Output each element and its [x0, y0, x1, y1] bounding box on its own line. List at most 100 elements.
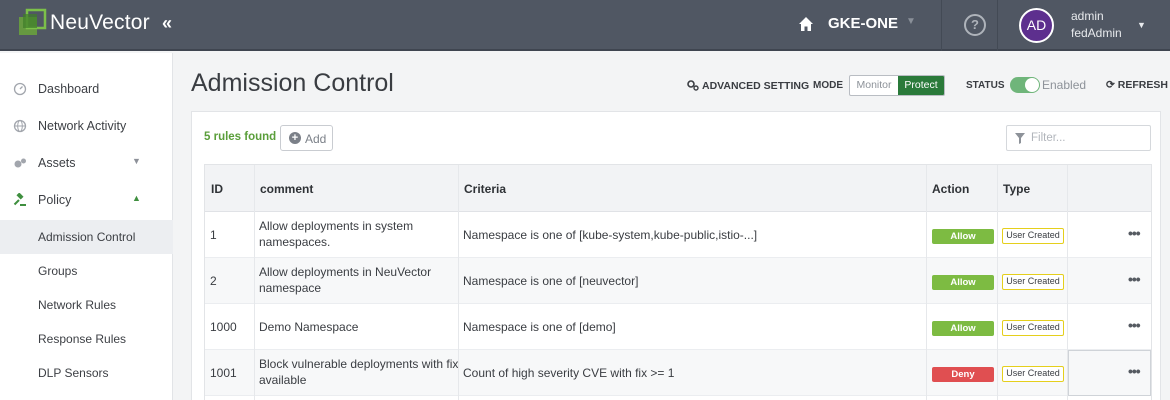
sidebar-subitem-label: Admission Control	[38, 230, 136, 244]
status-label: STATUS	[966, 80, 1005, 91]
add-rule-button[interactable]: + Add	[280, 125, 333, 151]
column-divider	[1067, 165, 1068, 400]
page-title: Admission Control	[191, 69, 394, 97]
advanced-setting-label: ADVANCED SETTING	[702, 80, 810, 92]
column-header-action[interactable]: Action	[932, 182, 969, 196]
cell-comment: Block vulnerable deployments with fix av…	[259, 357, 459, 387]
caret-down-icon[interactable]: ▼	[1137, 20, 1146, 30]
caret-up-icon[interactable]: ▲	[132, 193, 141, 203]
refresh-button[interactable]: ⟳ REFRESH	[1106, 79, 1168, 91]
action-badge: Allow	[932, 229, 994, 244]
sidebar-subitem-network-rules[interactable]: Network Rules	[0, 288, 173, 322]
cell-id: 2	[210, 274, 217, 288]
column-header-type[interactable]: Type	[1003, 182, 1030, 196]
sidebar-subitem-groups[interactable]: Groups	[0, 254, 173, 288]
type-badge: User Created	[1002, 228, 1064, 244]
avatar[interactable]: AD	[1019, 8, 1054, 43]
sidebar-item-policy[interactable]: Policy ▲	[0, 182, 173, 218]
home-icon[interactable]	[798, 16, 814, 32]
refresh-label: REFRESH	[1117, 79, 1168, 91]
sidebar-subitem-label: Response Rules	[38, 332, 127, 346]
sidebar-item-label: Policy	[38, 193, 72, 207]
sidebar-subitem-label: DLP Sensors	[38, 366, 109, 380]
sidebar-subitem-response-rules[interactable]: Response Rules	[0, 322, 173, 356]
divider	[941, 0, 942, 51]
column-divider	[997, 165, 998, 400]
sidebar-item-network-activity[interactable]: Network Activity	[0, 108, 173, 144]
sidebar-item-label: Assets	[38, 156, 76, 170]
sidebar-item-assets[interactable]: Assets ▼	[0, 145, 173, 181]
column-header-id[interactable]: ID	[211, 182, 223, 196]
toggle-knob	[1025, 78, 1039, 92]
sidebar-subitem-label: Network Rules	[38, 298, 117, 312]
type-badge: User Created	[1002, 274, 1064, 290]
mode-monitor-button[interactable]: Monitor	[850, 76, 898, 95]
advanced-setting-button[interactable]: ADVANCED SETTING	[687, 79, 809, 92]
cell-criteria: Namespace is one of [demo]	[463, 320, 616, 334]
cell-id: 1	[210, 228, 217, 242]
rules-table: ID comment Criteria Action Type 1 Allow …	[204, 164, 1152, 400]
column-divider	[254, 165, 255, 400]
cell-id: 1000	[210, 320, 237, 334]
user-role[interactable]: fedAdmin	[1071, 26, 1122, 40]
user-name[interactable]: admin	[1071, 9, 1104, 23]
sidebar-subitem-admission-control[interactable]: Admission Control	[0, 220, 173, 254]
more-options-icon[interactable]: •••	[1128, 363, 1141, 379]
mode-label: MODE	[813, 80, 843, 91]
column-header-criteria[interactable]: Criteria	[464, 182, 506, 196]
cluster-selector[interactable]: GKE-ONE	[828, 15, 898, 32]
table-row[interactable]: 1 Allow deployments in system namespaces…	[205, 212, 1151, 258]
type-badge: User Created	[1002, 366, 1064, 382]
column-header-comment[interactable]: comment	[260, 182, 313, 196]
cell-criteria: Count of high severity CVE with fix >= 1	[463, 366, 675, 380]
rules-panel: 5 rules found + Add ID comment Criteria …	[191, 111, 1161, 400]
sidebar-item-dashboard[interactable]: Dashboard	[0, 71, 173, 107]
top-bar: NeuVector « GKE-ONE ▼ ? AD admin fedAdmi…	[0, 0, 1170, 51]
more-options-icon[interactable]: •••	[1128, 271, 1141, 287]
sidebar-subitem-label: Groups	[38, 264, 78, 278]
neuvector-logo[interactable]	[18, 8, 48, 38]
mode-protect-button[interactable]: Protect	[898, 76, 944, 95]
cell-comment: Allow deployments in system namespaces.	[259, 219, 414, 249]
brand-name: NeuVector	[50, 11, 150, 34]
action-badge: Allow	[932, 321, 994, 336]
sidebar-subitem-dlp-sensors[interactable]: DLP Sensors	[0, 356, 173, 390]
table-header: ID comment Criteria Action Type	[205, 165, 1151, 212]
cell-criteria: Namespace is one of [neuvector]	[463, 274, 639, 288]
status-value: Enabled	[1042, 78, 1087, 92]
column-divider	[458, 165, 459, 400]
rules-count: 5 rules found	[204, 131, 277, 143]
filter-input[interactable]	[1031, 129, 1146, 147]
sidebar-item-label: Dashboard	[38, 82, 100, 96]
divider	[997, 0, 998, 51]
filter-icon	[1015, 133, 1025, 144]
caret-down-icon[interactable]: ▼	[132, 156, 141, 166]
dashboard-icon	[13, 82, 27, 96]
status-toggle[interactable]	[1010, 77, 1040, 93]
globe-icon	[13, 119, 27, 133]
more-options-icon[interactable]: •••	[1128, 225, 1141, 241]
help-icon[interactable]: ?	[964, 14, 986, 36]
action-badge: Allow	[932, 275, 994, 290]
cell-criteria: Namespace is one of [kube-system,kube-pu…	[463, 228, 758, 242]
mode-toggle: Monitor Protect	[849, 75, 945, 96]
table-row[interactable]: 2 Allow deployments in NeuVector namespa…	[205, 258, 1151, 304]
type-badge: User Created	[1002, 320, 1064, 336]
refresh-icon: ⟳	[1106, 79, 1115, 91]
cell-comment: Demo Namespace	[259, 320, 359, 334]
caret-down-icon[interactable]: ▼	[906, 16, 916, 27]
gavel-icon	[13, 193, 26, 206]
column-divider	[926, 165, 927, 400]
add-label: Add	[305, 132, 327, 146]
filter-box[interactable]	[1006, 125, 1151, 151]
chevron-double-left-icon[interactable]: «	[162, 13, 172, 34]
sidebar-item-label: Network Activity	[38, 119, 127, 133]
cell-comment: Allow deployments in NeuVector namespace	[259, 265, 432, 295]
more-options-icon[interactable]: •••	[1128, 317, 1141, 333]
table-row[interactable]: 1001 Block vulnerable deployments with f…	[205, 350, 1151, 396]
plus-circle-icon: +	[289, 132, 301, 144]
gears-icon	[687, 80, 699, 91]
sidebar: Dashboard Network Activity Assets ▼ Poli…	[0, 53, 173, 400]
cell-id: 1001	[210, 366, 237, 380]
table-row[interactable]: 1000 Demo Namespace Namespace is one of …	[205, 304, 1151, 350]
